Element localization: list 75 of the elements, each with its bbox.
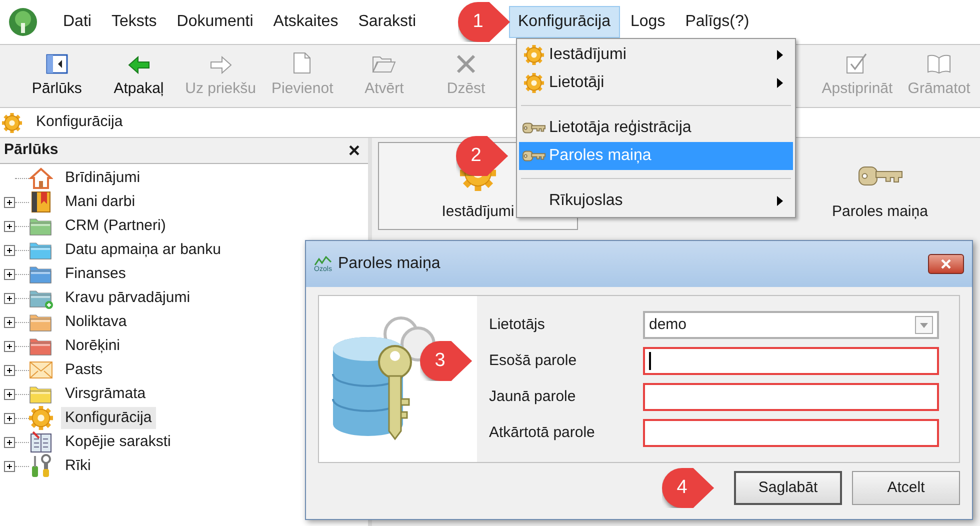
- envelope-icon: [29, 360, 53, 380]
- tree-logo-icon: [8, 7, 38, 37]
- close-button[interactable]: [928, 254, 964, 274]
- tree-item[interactable]: Kravu pārvadājumi: [61, 286, 194, 310]
- expand-icon[interactable]: [4, 412, 15, 424]
- arrow-left-icon: [128, 56, 150, 74]
- folder-icon: [372, 54, 396, 74]
- tree-item[interactable]: Brīdinājumi: [61, 166, 144, 190]
- expand-icon[interactable]: [4, 268, 15, 280]
- field-label: Atkārtotā parole: [489, 422, 596, 443]
- tree-item[interactable]: Finanses: [61, 262, 130, 286]
- menu-item[interactable]: Palīgs(?): [676, 6, 758, 38]
- user-dropdown[interactable]: demo: [643, 311, 939, 339]
- toolbar-button[interactable]: Pārlūks: [16, 48, 98, 104]
- field-label: Jaunā parole: [489, 386, 577, 407]
- password-field[interactable]: [643, 383, 939, 411]
- notebook-icon: [29, 430, 53, 454]
- menu-item[interactable]: Dokumenti: [168, 6, 262, 38]
- gear-icon: [29, 406, 53, 430]
- gear-icon: [524, 45, 544, 65]
- arrow-right-icon: [210, 56, 232, 74]
- expand-icon[interactable]: [4, 340, 15, 352]
- tree-item[interactable]: Mani darbi: [61, 190, 140, 214]
- menu-item[interactable]: Teksts: [102, 6, 166, 38]
- path-label: Konfigurācija: [36, 112, 123, 132]
- key-icon: [522, 120, 546, 136]
- expand-icon[interactable]: [4, 388, 15, 400]
- menu-item[interactable]: Saraksti: [349, 6, 425, 38]
- expand-icon[interactable]: [4, 196, 15, 208]
- menu-item[interactable]: Iestādījumi: [519, 41, 793, 69]
- tree-item[interactable]: Noliktava: [61, 310, 131, 334]
- menu-item[interactable]: Lietotāja reģistrācija: [519, 114, 793, 142]
- menu-item[interactable]: Dati: [54, 6, 100, 38]
- close-icon: [456, 54, 476, 74]
- panel-title: Pārlūks: [4, 140, 58, 160]
- toolbar-button[interactable]: Atpakaļ: [98, 48, 180, 104]
- field-label: Esošā parole: [489, 350, 578, 371]
- tree-item[interactable]: CRM (Partneri): [61, 214, 170, 238]
- menu-item[interactable]: Lietotāji: [519, 69, 793, 97]
- tree-item[interactable]: Datu apmaiņa ar banku: [61, 238, 225, 262]
- page-icon: [293, 52, 312, 74]
- dialog-title: Paroles maiņa: [338, 254, 442, 274]
- expand-icon[interactable]: [4, 364, 15, 376]
- dialog-button[interactable]: Atcelt: [852, 471, 960, 505]
- tools-icon: [29, 454, 53, 478]
- password-field[interactable]: [643, 347, 939, 375]
- panel-icon: [46, 54, 68, 74]
- house-icon: [29, 166, 53, 190]
- field-label: Lietotājs: [489, 314, 546, 335]
- close-button[interactable]: ×: [344, 140, 364, 160]
- expand-icon[interactable]: [4, 436, 15, 448]
- expand-icon[interactable]: [4, 316, 15, 328]
- tree-item[interactable]: Rīki: [61, 454, 95, 478]
- tree-item[interactable]: Kopējie saraksti: [61, 430, 175, 454]
- expand-icon[interactable]: [4, 220, 15, 232]
- expand-icon[interactable]: [4, 292, 15, 304]
- menu-item[interactable]: Logs: [622, 6, 674, 38]
- menu-item[interactable]: Konfigurācija: [509, 6, 620, 38]
- expand-icon[interactable]: [4, 244, 15, 256]
- checkbox-icon: [846, 52, 868, 74]
- wave-logo-icon: [314, 256, 332, 266]
- book-icon: [927, 54, 952, 74]
- close-icon: [941, 259, 951, 269]
- binder-icon: [29, 190, 53, 214]
- tree-item[interactable]: Norēķini: [61, 334, 124, 358]
- gear-icon: [524, 73, 544, 93]
- menu-item[interactable]: Atskaites: [264, 6, 348, 38]
- tree-item[interactable]: Konfigurācija: [61, 406, 156, 430]
- expand-icon[interactable]: [4, 460, 15, 472]
- gear-icon: [2, 112, 22, 132]
- tree-item[interactable]: Pasts: [61, 358, 107, 382]
- dialog-button[interactable]: Saglabāt: [734, 471, 842, 505]
- password-field[interactable]: [643, 419, 939, 447]
- key-icon: [522, 148, 546, 164]
- tree-item[interactable]: Virsgrāmata: [61, 382, 150, 406]
